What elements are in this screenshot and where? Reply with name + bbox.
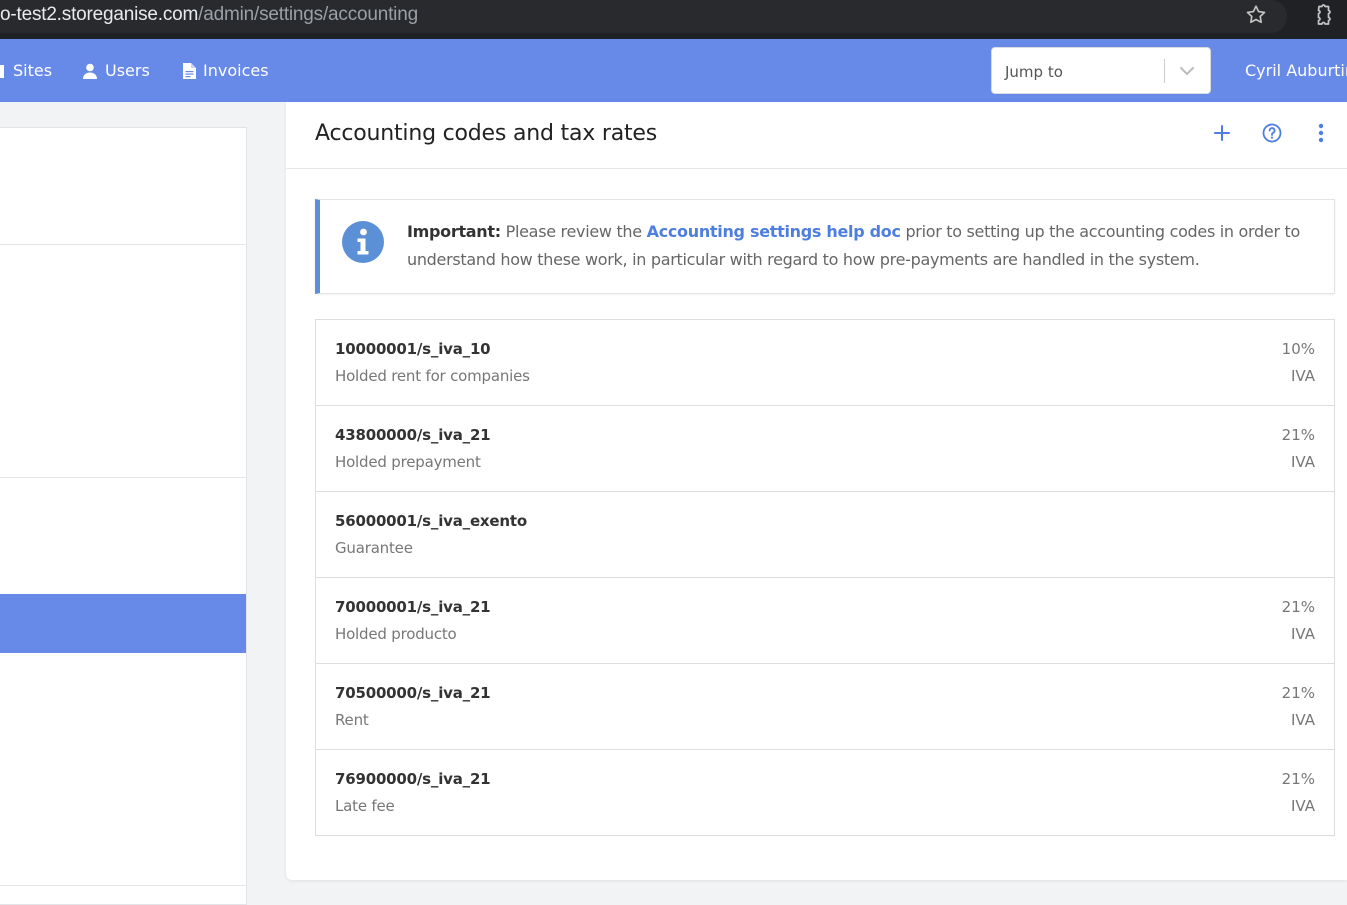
tax-rate: 21%	[1281, 770, 1315, 788]
page-title: Accounting codes and tax rates	[315, 121, 658, 146]
settings-menu-item[interactable]	[0, 419, 246, 478]
tax-rate: 21%	[1281, 426, 1315, 444]
important-notice: Important: Please review the Accounting …	[315, 199, 1335, 294]
settings-menu-item[interactable]	[0, 711, 246, 770]
code-description: Guarantee	[335, 539, 413, 557]
nav-item-sites[interactable]: Sites	[0, 61, 52, 80]
list-item[interactable]: 10000001/s_iva_10 Holded rent for compan…	[316, 320, 1334, 406]
tax-rate: 21%	[1281, 598, 1315, 616]
code-name: 70500000/s_iva_21	[335, 684, 491, 702]
settings-menu-item[interactable]	[0, 827, 246, 886]
browser-toolbar: o-test2.storeganise.com/admin/settings/a…	[0, 0, 1347, 39]
nav-item-label: Users	[105, 61, 150, 80]
tax-name: IVA	[1291, 367, 1315, 385]
nav-item-label: Invoices	[203, 61, 269, 80]
url-path: /admin/settings/accounting	[198, 4, 418, 25]
code-description: Rent	[335, 711, 369, 729]
code-description: Holded prepayment	[335, 453, 481, 471]
settings-menu-item[interactable]	[0, 245, 246, 304]
settings-menu-item[interactable]	[0, 653, 246, 712]
code-name: 43800000/s_iva_21	[335, 426, 491, 444]
user-menu[interactable]: Cyril Auburtin	[1245, 61, 1347, 80]
star-icon[interactable]	[1244, 3, 1268, 27]
settings-menu-item[interactable]	[0, 769, 246, 828]
accounting-code-list: 10000001/s_iva_10 Holded rent for compan…	[315, 319, 1335, 836]
list-item[interactable]: 70000001/s_iva_21 Holded producto 21% IV…	[316, 578, 1334, 664]
url-text[interactable]: o-test2.storeganise.com/admin/settings/a…	[0, 4, 418, 26]
code-name: 10000001/s_iva_10	[335, 340, 491, 358]
document-icon	[183, 62, 196, 79]
settings-menu-item[interactable]	[0, 361, 246, 420]
list-item[interactable]: 76900000/s_iva_21 Late fee 21% IVA	[316, 750, 1334, 835]
nav-item-invoices[interactable]: Invoices	[183, 61, 269, 80]
settings-menu-item[interactable]	[0, 478, 246, 537]
help-doc-link[interactable]: Accounting settings help doc	[647, 222, 901, 241]
notice-label: Important:	[407, 222, 501, 241]
url-host: o-test2.storeganise.com	[0, 4, 199, 25]
list-item[interactable]: 70500000/s_iva_21 Rent 21% IVA	[316, 664, 1334, 750]
list-item[interactable]: 56000001/s_iva_exento Guarantee	[316, 492, 1334, 578]
sites-icon	[0, 64, 4, 78]
panel-header: Accounting codes and tax rates	[286, 102, 1347, 169]
settings-menu-item[interactable]	[0, 303, 246, 362]
settings-menu-item[interactable]	[0, 186, 246, 245]
settings-menu-item-active[interactable]	[0, 594, 246, 653]
extension-icon[interactable]	[1310, 3, 1334, 27]
nav-item-label: Sites	[13, 61, 53, 80]
settings-menu	[0, 127, 247, 905]
jump-to-placeholder: Jump to	[1005, 63, 1063, 81]
accounting-panel: Accounting codes and tax rates Important…	[286, 102, 1347, 880]
tax-name: IVA	[1291, 625, 1315, 643]
more-vertical-icon[interactable]	[1309, 121, 1333, 145]
settings-menu-item[interactable]	[0, 128, 246, 187]
chevron-down-icon[interactable]	[1178, 62, 1196, 80]
plus-icon[interactable]	[1210, 121, 1234, 145]
code-name: 76900000/s_iva_21	[335, 770, 491, 788]
notice-text-before: Please review the	[500, 222, 647, 241]
list-item[interactable]: 43800000/s_iva_21 Holded prepayment 21% …	[316, 406, 1334, 492]
info-icon	[342, 221, 384, 263]
tax-name: IVA	[1291, 711, 1315, 729]
code-description: Holded rent for companies	[335, 367, 530, 385]
tax-rate: 21%	[1281, 684, 1315, 702]
jump-to-select[interactable]: Jump to	[991, 47, 1211, 94]
address-bar[interactable]: o-test2.storeganise.com/admin/settings/a…	[0, 0, 1287, 33]
top-navigation: Sites Users Invoices Jump to Cyril Aubur…	[0, 39, 1347, 102]
settings-menu-item[interactable]	[0, 536, 246, 595]
tax-name: IVA	[1291, 797, 1315, 815]
tax-rate: 10%	[1281, 340, 1315, 358]
code-name: 70000001/s_iva_21	[335, 598, 491, 616]
code-description: Late fee	[335, 797, 395, 815]
code-description: Holded producto	[335, 625, 457, 643]
nav-item-users[interactable]: Users	[82, 61, 150, 80]
tax-name: IVA	[1291, 453, 1315, 471]
code-name: 56000001/s_iva_exento	[335, 512, 527, 530]
notice-text: Important: Please review the Accounting …	[407, 218, 1307, 274]
user-icon	[83, 63, 97, 79]
divider	[1164, 59, 1165, 83]
help-icon[interactable]	[1260, 121, 1284, 145]
